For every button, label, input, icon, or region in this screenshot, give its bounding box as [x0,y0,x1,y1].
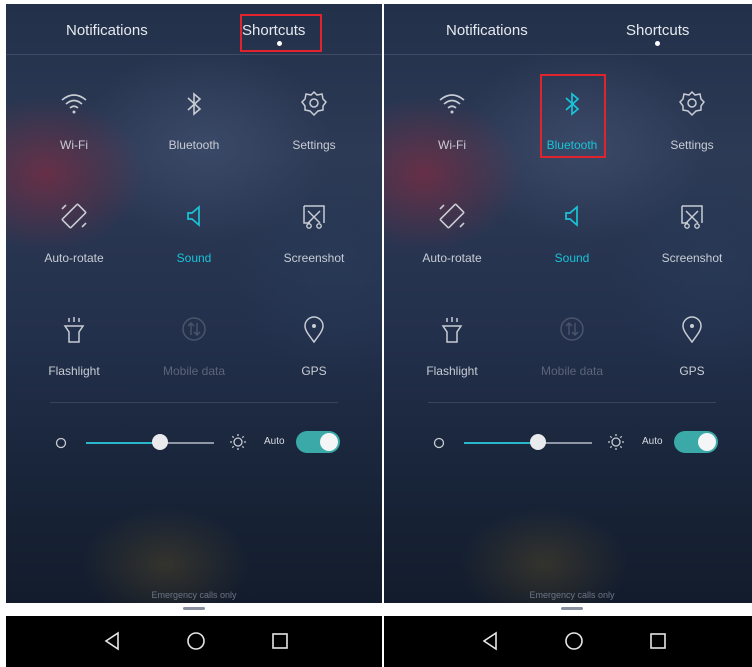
brightness-row: Auto [384,428,752,458]
tile-sound[interactable]: Sound [134,199,254,289]
wifi-icon [61,94,87,114]
quick-settings-panel-left: Notifications Shortcuts Wi-Fi Bluetooth … [6,4,382,667]
tile-label: Settings [670,138,714,152]
auto-brightness-label: Auto [642,436,663,447]
tab-notifications[interactable]: Notifications [66,22,148,39]
highlight-box [240,14,322,52]
tile-auto-rotate[interactable]: Auto-rotate [14,199,134,289]
tab-header: Notifications Shortcuts [384,4,752,55]
navigation-bar [384,616,752,667]
brightness-slider-thumb[interactable] [152,434,168,450]
drag-handle[interactable] [183,607,205,610]
auto-rotate-icon [439,203,465,229]
brightness-slider-fill [464,442,538,444]
brightness-slider-fill [86,442,160,444]
screenshot-icon [303,205,325,229]
tile-label: Screenshot [283,251,345,265]
tile-label: GPS [679,364,705,378]
tile-label: Sound [176,251,212,265]
brightness-row: Auto [6,428,382,458]
brightness-low-icon [55,437,67,449]
tile-label: Flashlight [48,364,100,378]
divider [50,402,338,403]
tile-label: Mobile data [540,364,604,378]
toggle-knob [698,433,716,451]
location-pin-icon [304,316,324,344]
brightness-low-icon [433,437,445,449]
tile-gps[interactable]: GPS [254,312,374,402]
wifi-icon [439,94,465,114]
tile-mobile-data[interactable]: Mobile data [512,312,632,402]
tile-label: GPS [301,364,327,378]
auto-brightness-toggle[interactable] [674,431,718,453]
active-tab-indicator [655,41,660,46]
tile-wifi[interactable]: Wi-Fi [14,86,134,176]
flashlight-icon [441,317,463,343]
brightness-high-icon [230,434,246,450]
brightness-high-icon [608,434,624,450]
brightness-slider-track [160,442,214,444]
tile-flashlight[interactable]: Flashlight [14,312,134,402]
tile-label: Sound [554,251,590,265]
brightness-slider-track [538,442,592,444]
tab-header: Notifications Shortcuts [6,4,382,55]
home-icon[interactable] [183,628,209,654]
speaker-icon [565,205,578,227]
tile-screenshot[interactable]: Screenshot [254,199,374,289]
drag-handle[interactable] [561,607,583,610]
location-pin-icon [682,316,702,344]
speaker-icon [187,205,200,227]
emergency-calls-text: Emergency calls only [529,590,615,600]
auto-rotate-icon [61,203,87,229]
brightness-slider-thumb[interactable] [530,434,546,450]
tile-label: Flashlight [426,364,478,378]
tile-wifi[interactable]: Wi-Fi [392,86,512,176]
tile-label: Settings [292,138,336,152]
tile-auto-rotate[interactable]: Auto-rotate [392,199,512,289]
navigation-bar [6,616,382,667]
flashlight-icon [63,317,85,343]
tab-notifications[interactable]: Notifications [446,22,528,39]
tile-label: Auto-rotate [422,251,482,265]
tile-label: Mobile data [162,364,226,378]
tile-mobile-data[interactable]: Mobile data [134,312,254,402]
recents-icon[interactable] [645,628,671,654]
divider [428,402,716,403]
tile-label: Screenshot [661,251,723,265]
gear-icon [679,90,705,117]
home-icon[interactable] [561,628,587,654]
mobile-data-icon [560,317,584,341]
back-icon[interactable] [100,628,126,654]
quick-settings-panel-right: Notifications Shortcuts Wi-Fi Bluetooth … [384,4,752,667]
tile-screenshot[interactable]: Screenshot [632,199,752,289]
tile-settings[interactable]: Settings [254,86,374,176]
toggle-knob [320,433,338,451]
tile-label: Wi-Fi [438,138,466,152]
tab-shortcuts[interactable]: Shortcuts [626,22,689,39]
emergency-calls-text: Emergency calls only [151,590,237,600]
tile-sound[interactable]: Sound [512,199,632,289]
tile-gps[interactable]: GPS [632,312,752,402]
tile-flashlight[interactable]: Flashlight [392,312,512,402]
tile-label: Auto-rotate [44,251,104,265]
auto-brightness-toggle[interactable] [296,431,340,453]
tile-settings[interactable]: Settings [632,86,752,176]
recents-icon[interactable] [267,628,293,654]
tile-bluetooth[interactable]: Bluetooth [134,86,254,176]
screenshot-icon [681,205,703,229]
gear-icon [301,90,327,117]
tile-label: Wi-Fi [60,138,88,152]
auto-brightness-label: Auto [264,436,285,447]
back-icon[interactable] [478,628,504,654]
bluetooth-icon [187,92,202,116]
tile-label: Bluetooth [168,138,220,152]
highlight-box [540,74,606,158]
mobile-data-icon [182,317,206,341]
